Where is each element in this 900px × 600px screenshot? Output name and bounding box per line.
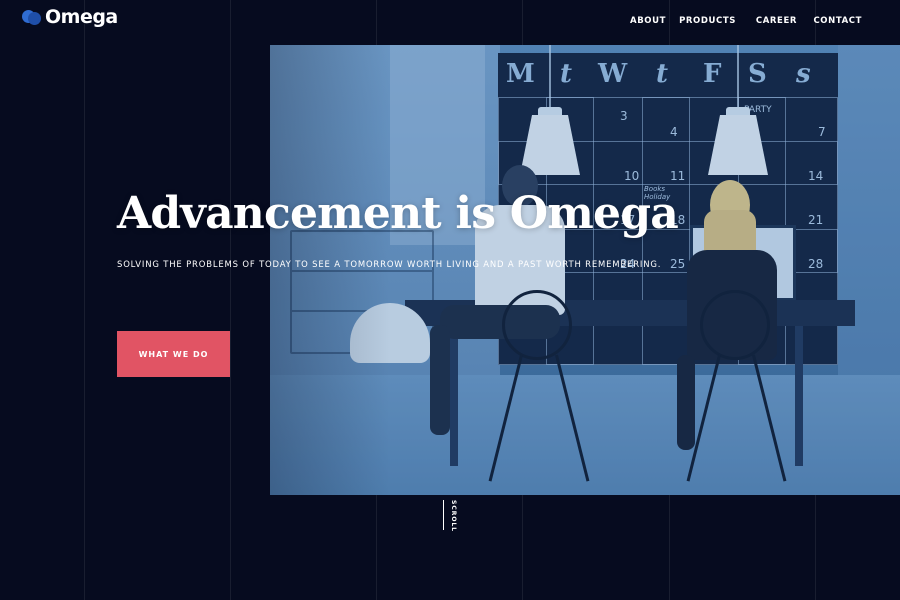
scroll-indicator[interactable]: SCROLL — [443, 500, 457, 533]
hero-headline: Advancement is Omega — [117, 188, 679, 239]
hero-subtitle: SOLVING THE PROBLEMS OF TODAY TO SEE A T… — [117, 259, 662, 270]
scroll-line — [443, 500, 444, 530]
brand-name: Omega — [45, 6, 118, 28]
hero-image: M t W t F S s 3 4 7 10 11 14 17 18 21 24… — [270, 45, 900, 495]
brand-logo[interactable]: Omega — [22, 6, 118, 28]
nav-item-products[interactable]: PRODUCTS — [679, 16, 736, 26]
scroll-label: SCROLL — [450, 500, 457, 533]
logo-icon — [22, 7, 42, 27]
grid-line — [230, 0, 231, 600]
grid-line — [84, 0, 85, 600]
nav-item-about[interactable]: ABOUT — [630, 16, 666, 26]
nav-item-career[interactable]: CAREER — [756, 16, 797, 26]
page: M t W t F S s 3 4 7 10 11 14 17 18 21 24… — [0, 0, 900, 600]
photo-fade — [270, 45, 390, 495]
nav-item-contact[interactable]: CONTACT — [813, 16, 862, 26]
what-we-do-button[interactable]: WHAT WE DO — [117, 331, 230, 377]
